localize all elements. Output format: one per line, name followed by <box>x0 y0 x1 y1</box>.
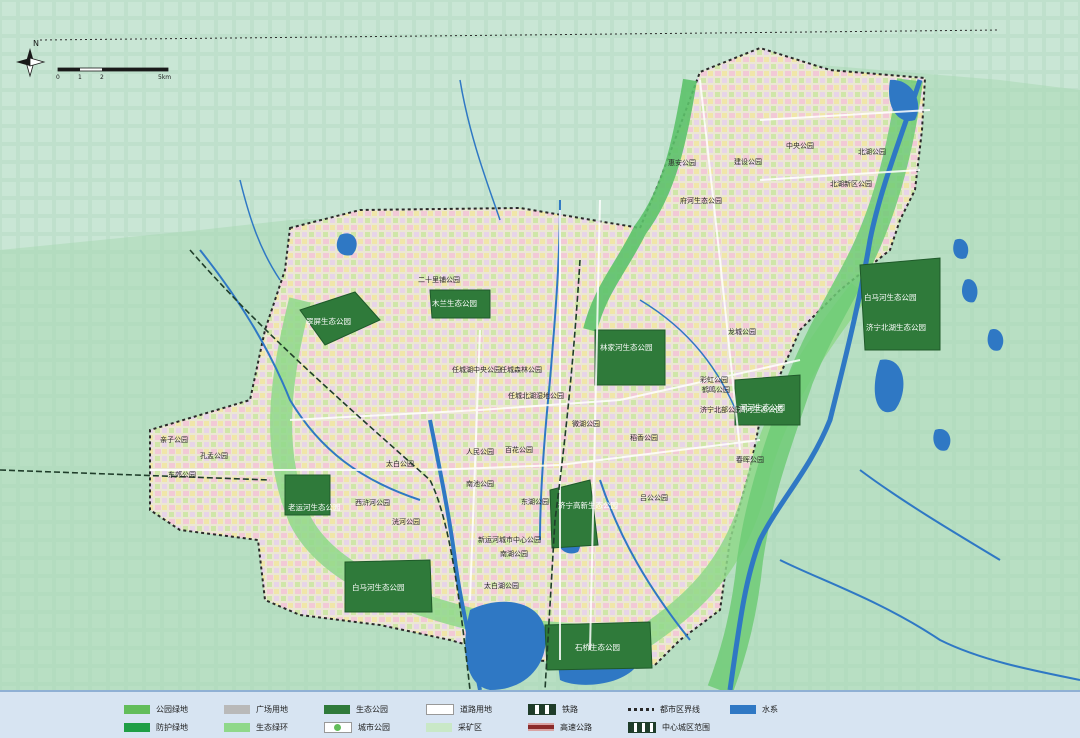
park-label: 南池公园 <box>466 479 494 488</box>
park-label: 太白公园 <box>386 459 414 468</box>
park-label: 惠安公园 <box>668 158 696 167</box>
legend-swatch <box>628 707 654 711</box>
legend-label: 公园绿地 <box>156 704 188 714</box>
park-label: 老运河生态公园 <box>288 502 341 512</box>
park-label: 任城森林公园 <box>500 365 542 374</box>
park-label: 南湖公园 <box>500 549 528 558</box>
legend-item: 生态绿环 <box>224 720 288 734</box>
legend-item: 中心城区范围 <box>628 720 710 734</box>
eco-park-label: 济宁北湖生态公园 <box>866 322 926 332</box>
park-label: 彩虹公园 <box>700 375 728 384</box>
legend-label: 采矿区 <box>458 722 482 732</box>
legend-item: 公园绿地 <box>124 702 188 716</box>
legend-item: 都市区界线 <box>628 702 700 716</box>
compass-letter: N <box>33 39 39 48</box>
park-label: 任城北湖湿地公园 <box>508 391 564 400</box>
park-label: 鹤鸣公园 <box>702 385 730 394</box>
park-label: 人民公园 <box>466 448 494 456</box>
park-label: 木兰生态公园 <box>432 298 477 308</box>
legend-item: 广场用地 <box>224 702 288 716</box>
park-label: 西浒河公园 <box>355 498 390 507</box>
park-label: 北湖公园 <box>858 147 886 156</box>
park-label: 北湖新区公园 <box>830 179 872 188</box>
scale-tick-0: 0 <box>56 74 60 81</box>
legend-swatch <box>528 723 554 731</box>
legend-label: 广场用地 <box>256 704 288 714</box>
scale-tick-2: 2 <box>100 74 104 81</box>
legend-label: 生态绿环 <box>256 722 288 732</box>
park-label: 中央公园 <box>786 141 814 150</box>
park-label: 东郊公园 <box>168 470 196 479</box>
legend-label: 中心城区范围 <box>662 722 710 732</box>
park-label: 济宁高新生态公园 <box>558 500 618 510</box>
park-label: 百花公园 <box>505 445 533 454</box>
park-label: 东湖公园 <box>521 497 549 506</box>
eco-park-label: 石桥生态公园 <box>575 642 620 652</box>
legend-item: 防护绿地 <box>124 720 188 734</box>
eco-park-label: 白马河生态公园 <box>352 582 405 592</box>
eco-park-label: 泗河生态公园 <box>738 404 783 414</box>
park-label: 济宁北部公园 <box>700 405 742 414</box>
park-label: 新运河城市中心公园 <box>478 535 541 544</box>
legend-swatch <box>426 722 452 732</box>
legend-label: 城市公园 <box>358 722 390 732</box>
legend-swatch <box>628 721 656 733</box>
scale-tick-1: 1 <box>78 74 82 81</box>
legend-swatch <box>324 704 350 714</box>
park-label: 翠屏生态公园 <box>306 316 351 326</box>
legend-item: 高速公路 <box>528 720 592 734</box>
park-label: 太白湖公园 <box>484 581 519 590</box>
park-label: 白马河生态公园 <box>864 292 917 302</box>
land-use-map[interactable]: N 0 1 2 5km 二十里铺公园 木兰生态公园 翠屏生态公园 任城湖中央公园… <box>0 0 1080 690</box>
park-label: 吕公公园 <box>640 494 668 502</box>
legend-label: 铁路 <box>562 704 578 714</box>
park-label: 建设公园 <box>734 157 762 166</box>
legend-swatch <box>528 703 556 715</box>
legend-swatch <box>730 704 756 714</box>
park-label: 亲子公园 <box>160 435 188 444</box>
legend-item: 城市公园 <box>324 720 390 734</box>
legend-swatch <box>124 704 150 714</box>
legend-item: 道路用地 <box>426 702 492 716</box>
legend-swatch <box>324 721 352 733</box>
park-label: 稻香公园 <box>630 433 658 442</box>
legend-label: 防护绿地 <box>156 722 188 732</box>
legend-item: 水系 <box>730 702 778 716</box>
legend-label: 高速公路 <box>560 722 592 732</box>
legend-label: 道路用地 <box>460 704 492 714</box>
legend-label: 都市区界线 <box>660 704 700 714</box>
legend-label: 生态公园 <box>356 704 388 714</box>
park-label: 洸河公园 <box>392 517 420 526</box>
legend-swatch <box>124 722 150 732</box>
park-label: 林家河生态公园 <box>600 342 653 352</box>
park-label: 孔孟公园 <box>200 451 228 460</box>
park-label: 龙城公园 <box>728 327 756 336</box>
legend-item: 采矿区 <box>426 720 482 734</box>
legend-item: 铁路 <box>528 702 578 716</box>
legend-label: 水系 <box>762 704 778 714</box>
park-label: 二十里铺公园 <box>418 275 460 284</box>
legend-swatch <box>224 722 250 732</box>
park-label: 微湖公园 <box>572 419 600 428</box>
scale-tick-3: 5km <box>158 74 171 81</box>
legend-swatch <box>426 703 454 715</box>
legend-swatch <box>224 704 250 714</box>
park-label: 春晖公园 <box>736 455 764 464</box>
legend: 公园绿地 广场用地 生态公园 道路用地 铁路 都市区界线 水系 防护绿地 生态绿… <box>0 690 1080 738</box>
map-area[interactable]: N 0 1 2 5km 二十里铺公园 木兰生态公园 翠屏生态公园 任城湖中央公园… <box>0 0 1080 690</box>
park-label: 府河生态公园 <box>680 196 722 205</box>
legend-item: 生态公园 <box>324 702 388 716</box>
park-label: 任城湖中央公园 <box>452 365 501 374</box>
